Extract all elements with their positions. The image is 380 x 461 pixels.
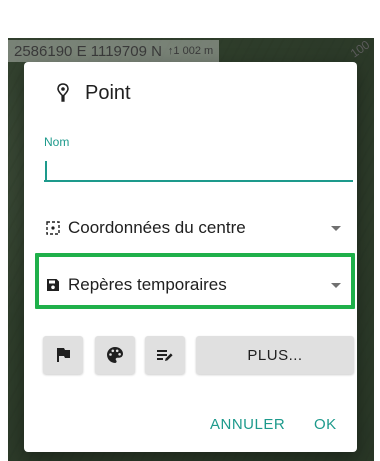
dropdown-arrow-icon <box>331 225 341 231</box>
coordinate-value: 2586190 E 1119709 N <box>14 42 162 60</box>
altitude-value: ↑1 002 m <box>167 45 214 57</box>
flag-button[interactable] <box>43 336 83 374</box>
description-button[interactable] <box>145 336 185 374</box>
dialog-header: Point <box>57 82 131 105</box>
flag-icon <box>57 348 70 362</box>
edit-note-icon <box>157 350 173 361</box>
crosshair-icon <box>46 221 60 235</box>
palette-icon <box>107 347 123 363</box>
ok-button[interactable]: OK <box>314 416 337 433</box>
name-field-label: Nom <box>44 135 70 149</box>
coordinate-mode-value: Coordonnées du centre <box>68 218 246 237</box>
cancel-button[interactable]: ANNULER <box>210 416 285 433</box>
coordinate-mode-select[interactable]: Coordonnées du centre <box>44 210 353 246</box>
map-pin-icon <box>57 82 69 102</box>
folder-value: Repères temporaires <box>68 275 227 294</box>
more-button[interactable]: PLUS... <box>196 336 354 374</box>
name-field[interactable] <box>44 152 353 182</box>
folder-select[interactable]: Repères temporaires <box>44 267 353 303</box>
text-cursor <box>45 161 47 181</box>
color-button[interactable] <box>95 336 135 374</box>
dropdown-arrow-icon <box>331 282 341 288</box>
dialog-title: Point <box>85 82 131 104</box>
point-dialog: Point Nom Coordonnées du centre Repères … <box>24 62 357 452</box>
coordinate-readout: 2586190 E 1119709 N ↑1 002 m <box>8 40 220 62</box>
save-icon <box>47 279 59 291</box>
